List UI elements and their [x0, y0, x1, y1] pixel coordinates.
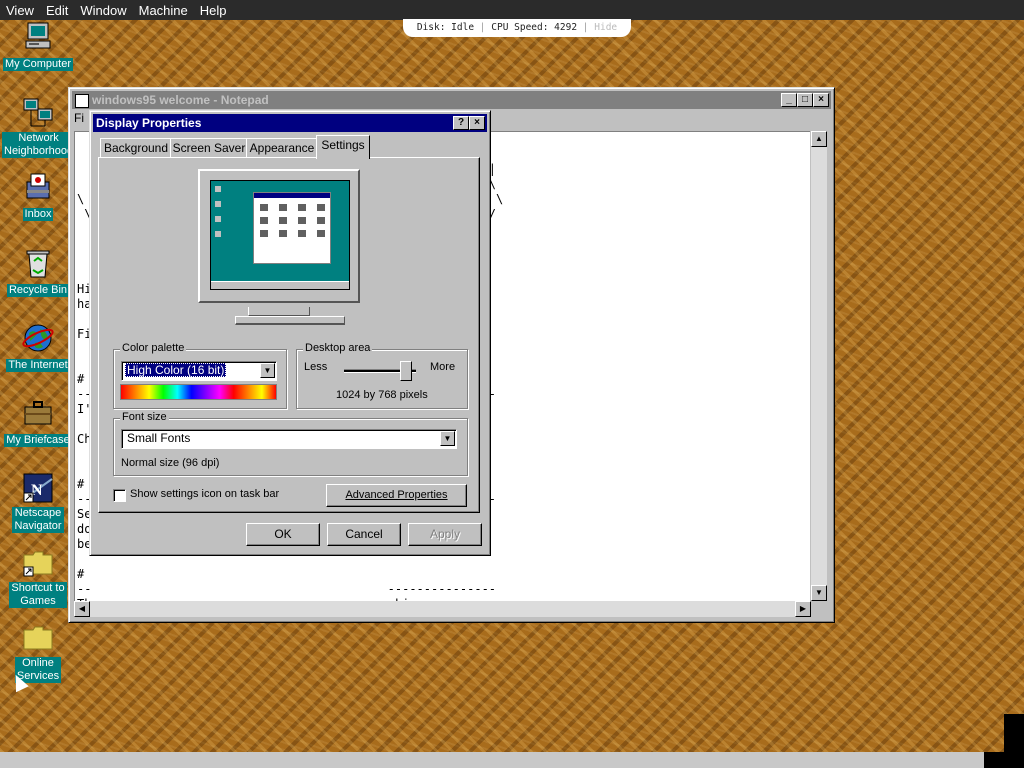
desktop-icon-the-internet[interactable]: The Internet	[2, 321, 74, 372]
chevron-down-icon[interactable]: ▼	[260, 363, 275, 378]
desktop-icon-label: Netscape Navigator	[12, 507, 64, 533]
show-settings-icon-label[interactable]: Show settings icon on task bar	[130, 488, 279, 500]
slider-less-label: Less	[304, 361, 328, 373]
desktop-icon-label: Network Neighborhood	[2, 132, 76, 158]
desktop-icon-label: Recycle Bin	[6, 284, 70, 297]
scroll-left-icon[interactable]: ◀	[74, 601, 90, 617]
preview-icon	[215, 186, 221, 192]
computer-icon	[21, 20, 55, 54]
tab-background[interactable]: Background	[100, 138, 172, 158]
internet-globe-icon	[21, 321, 55, 355]
tab-screen-saver[interactable]: Screen Saver	[170, 138, 248, 158]
host-menu-machine[interactable]: Machine	[133, 0, 194, 19]
minimize-button[interactable]: _	[781, 93, 797, 107]
color-palette-spectrum	[120, 384, 277, 400]
desktop-area-label: Desktop area	[303, 342, 373, 354]
font-size-select[interactable]: Small Fonts ▼	[121, 429, 457, 449]
apply-button[interactable]: Apply	[408, 523, 482, 546]
host-menu-bar: View Edit Window Machine Help	[0, 0, 1024, 20]
scroll-down-icon[interactable]: ▼	[811, 585, 827, 601]
scroll-up-icon[interactable]: ▲	[811, 131, 827, 147]
desktop-icon-shortcut-to-games[interactable]: Shortcut to Games	[2, 546, 74, 608]
tab-appearance[interactable]: Appearance	[246, 138, 318, 158]
font-size-note: Normal size (96 dpi)	[121, 457, 220, 469]
desktop-icon-online-services[interactable]: Online Services	[2, 621, 74, 683]
desktop-icon-inbox[interactable]: Inbox	[2, 170, 74, 221]
desktop-icon-my-briefcase[interactable]: My Briefcase	[2, 396, 74, 447]
desktop-icon-label: Inbox	[22, 208, 54, 221]
display-properties-dialog[interactable]: Display Properties ? × Background Screen…	[89, 110, 491, 556]
preview-taskbar	[211, 281, 349, 289]
maximize-button[interactable]: □	[797, 93, 813, 107]
screen-edge	[1004, 714, 1024, 752]
hide-status-button[interactable]: Hide	[594, 22, 617, 33]
folder-shortcut-icon	[21, 546, 55, 580]
host-menu-window[interactable]: Window	[74, 0, 132, 19]
color-palette-value: High Color (16 bit)	[125, 363, 227, 377]
ok-button[interactable]: OK	[246, 523, 320, 546]
chevron-down-icon[interactable]: ▼	[440, 431, 455, 446]
color-palette-select[interactable]: High Color (16 bit) ▼	[121, 361, 277, 381]
tab-settings[interactable]: Settings	[316, 135, 370, 159]
monitor-base	[235, 316, 345, 325]
emulator-status-bar: Disk: Idle | CPU Speed: 4292 | Hide	[403, 19, 631, 37]
horizontal-scrollbar[interactable]: ◀ ▶	[74, 601, 811, 617]
notepad-titlebar[interactable]: windows95 welcome - Notepad _ □ ×	[72, 91, 831, 109]
notepad-menu-file[interactable]: Fi	[74, 111, 84, 125]
host-bottom-bar	[0, 752, 1024, 768]
recycle-bin-icon	[21, 246, 55, 280]
desktop-icon-label: My Briefcase	[4, 434, 72, 447]
display-properties-titlebar[interactable]: Display Properties ? ×	[93, 114, 487, 132]
host-menu-edit[interactable]: Edit	[40, 0, 74, 19]
briefcase-icon	[21, 396, 55, 430]
monitor-preview	[198, 169, 360, 303]
cpu-speed: CPU Speed: 4292	[491, 22, 578, 33]
preview-icon	[215, 201, 221, 207]
desktop-area-slider-thumb[interactable]	[399, 361, 412, 381]
desktop-icon-my-computer[interactable]: My Computer	[2, 20, 74, 71]
show-settings-icon-checkbox[interactable]	[113, 489, 126, 502]
vertical-scrollbar[interactable]: ▲ ▼	[811, 131, 827, 601]
desktop-icon-label: Shortcut to Games	[9, 582, 67, 608]
host-menu-view[interactable]: View	[0, 0, 40, 19]
host-menu-help[interactable]: Help	[194, 0, 233, 19]
close-button[interactable]: ×	[813, 93, 829, 107]
preview-window	[253, 192, 331, 264]
network-icon	[21, 96, 55, 130]
desktop-icon-recycle-bin[interactable]: Recycle Bin	[2, 246, 74, 297]
advanced-properties-label: Advanced Properties	[345, 489, 448, 501]
slider-more-label: More	[430, 361, 456, 373]
close-button[interactable]: ×	[469, 116, 485, 130]
desktop-icon-label: My Computer	[2, 58, 74, 71]
desktop-icon-label: The Internet	[6, 359, 70, 372]
font-size-value: Small Fonts	[127, 431, 191, 445]
notepad-title: windows95 welcome - Notepad	[92, 93, 269, 107]
inbox-icon	[21, 170, 55, 204]
disk-status: Disk: Idle	[416, 22, 475, 33]
desktop-icon-network-neighborhood[interactable]: Network Neighborhood	[2, 96, 76, 158]
help-button[interactable]: ?	[453, 116, 469, 130]
cancel-button[interactable]: Cancel	[327, 523, 401, 546]
netscape-icon: N	[21, 471, 55, 505]
color-palette-label: Color palette	[120, 342, 187, 354]
monitor-screen	[210, 180, 350, 290]
desktop-icon-netscape-navigator[interactable]: N Netscape Navigator	[2, 471, 74, 533]
scroll-right-icon[interactable]: ▶	[795, 601, 811, 617]
preview-icon	[215, 216, 221, 222]
dialog-title: Display Properties	[96, 116, 202, 130]
preview-icon	[215, 231, 221, 237]
notepad-app-icon	[75, 94, 89, 108]
font-size-label: Font size	[120, 411, 169, 423]
folder-icon	[21, 621, 55, 655]
resolution-text: 1024 by 768 pixels	[336, 389, 428, 401]
advanced-properties-button[interactable]: Advanced Properties	[326, 484, 467, 507]
screen-corner	[984, 752, 1024, 768]
monitor-stand	[248, 307, 310, 316]
